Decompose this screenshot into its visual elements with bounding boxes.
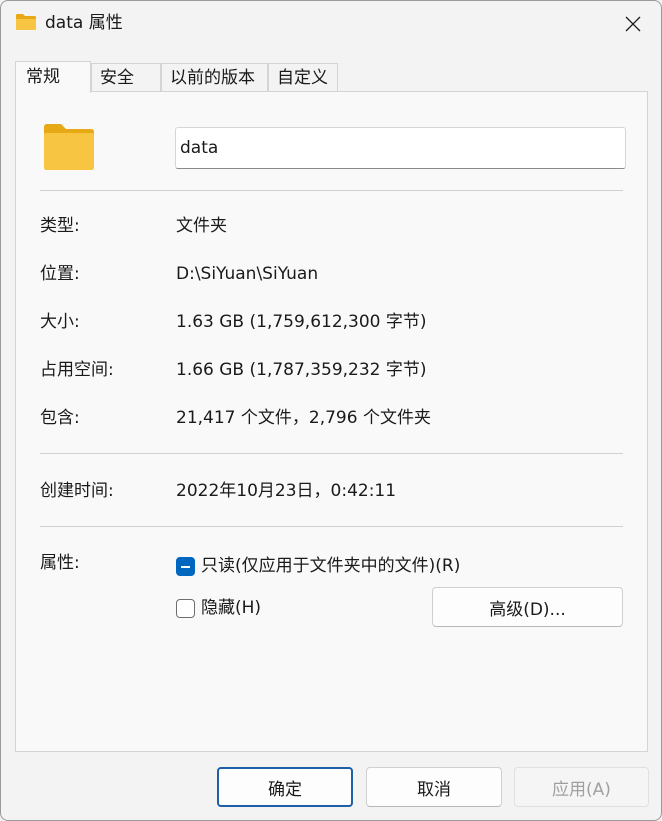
separator bbox=[40, 453, 623, 454]
readonly-label[interactable]: 只读(仅应用于文件夹中的文件)(R) bbox=[201, 555, 460, 577]
contains-label: 包含: bbox=[40, 408, 80, 428]
window-title: data 属性 bbox=[45, 13, 123, 33]
location-value: D:\SiYuan\SiYuan bbox=[176, 264, 319, 284]
tab-customize[interactable]: 自定义 bbox=[268, 63, 338, 92]
location-label: 位置: bbox=[40, 264, 80, 284]
tab-general[interactable]: 常规 bbox=[15, 61, 91, 93]
apply-button[interactable]: 应用(A) bbox=[514, 767, 649, 807]
type-label: 类型: bbox=[40, 216, 80, 236]
separator bbox=[40, 190, 623, 191]
size-value: 1.63 GB (1,759,612,300 字节) bbox=[176, 312, 427, 332]
properties-dialog: data 属性 常规 安全 以前的版本 自定义 类型: 文件夹 位置: D:\S… bbox=[0, 0, 662, 821]
tab-security[interactable]: 安全 bbox=[91, 63, 161, 92]
type-value: 文件夹 bbox=[176, 216, 227, 236]
folder-name-input[interactable] bbox=[175, 127, 626, 169]
tab-previous-versions[interactable]: 以前的版本 bbox=[161, 63, 268, 92]
contains-value: 21,417 个文件，2,796 个文件夹 bbox=[176, 408, 431, 428]
advanced-button[interactable]: 高级(D)... bbox=[432, 587, 623, 627]
size-label: 大小: bbox=[40, 312, 80, 332]
size-on-disk-value: 1.66 GB (1,787,359,232 字节) bbox=[176, 360, 427, 380]
hidden-checkbox[interactable] bbox=[176, 599, 195, 618]
ok-button[interactable]: 确定 bbox=[217, 767, 353, 807]
readonly-checkbox[interactable] bbox=[176, 557, 195, 576]
general-panel: 类型: 文件夹 位置: D:\SiYuan\SiYuan 大小: 1.63 GB… bbox=[15, 91, 648, 752]
folder-icon bbox=[16, 14, 36, 30]
created-label: 创建时间: bbox=[40, 481, 114, 501]
size-on-disk-label: 占用空间: bbox=[40, 360, 114, 380]
close-icon bbox=[625, 16, 641, 32]
separator bbox=[40, 526, 623, 527]
close-button[interactable] bbox=[615, 7, 651, 41]
title-bar: data 属性 bbox=[1, 1, 661, 47]
created-value: 2022年10月23日，0:42:11 bbox=[176, 481, 397, 501]
attributes-label: 属性: bbox=[40, 553, 80, 573]
hidden-label[interactable]: 隐藏(H) bbox=[201, 597, 261, 619]
cancel-button[interactable]: 取消 bbox=[366, 767, 502, 807]
folder-icon bbox=[44, 124, 94, 170]
